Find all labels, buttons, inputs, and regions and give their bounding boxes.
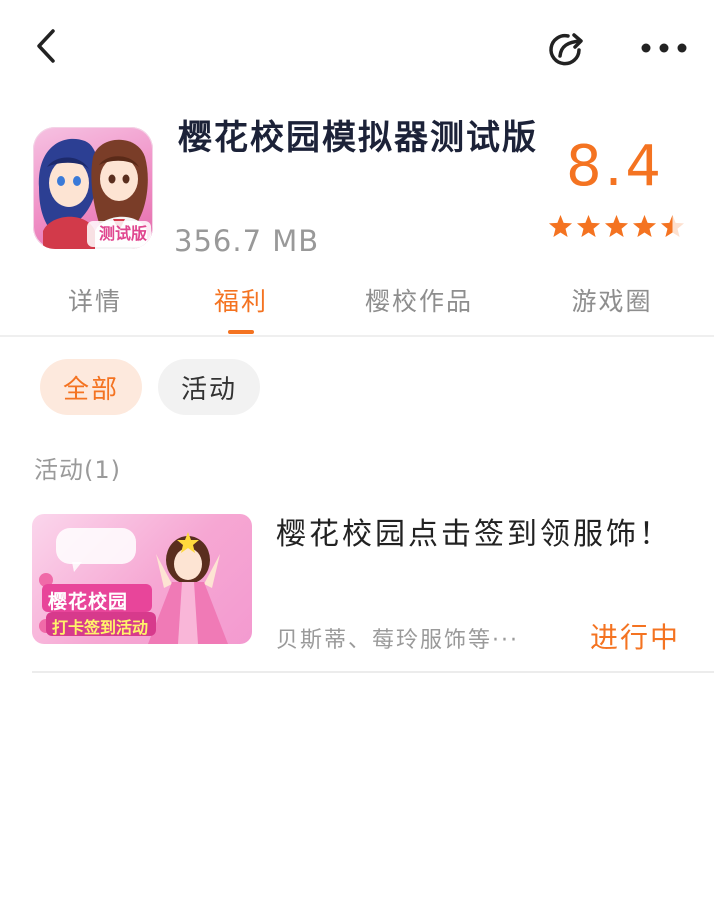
app-title: 樱花校园模拟器测试版	[178, 118, 538, 158]
share-icon	[549, 33, 583, 66]
divider	[32, 671, 714, 673]
star-icon	[605, 215, 628, 237]
tab-works[interactable]: 樱校作品	[344, 282, 494, 334]
more-button[interactable]	[638, 28, 690, 68]
activity-description: 贝斯蒂、莓玲服饰等···	[276, 628, 519, 653]
tab-game-circle[interactable]: 游戏圈	[542, 282, 682, 334]
rating-stars	[548, 214, 685, 239]
star-icon	[549, 215, 572, 237]
app-icon-badge: 测试版	[98, 224, 147, 243]
rating-score: 8.4	[565, 134, 665, 199]
share-button[interactable]	[542, 24, 592, 74]
app-icon: 测试版	[33, 127, 153, 249]
app-size: 356.7 MB	[174, 224, 320, 258]
thumbnail-heading: 樱花校园	[48, 591, 129, 613]
star-icon	[577, 215, 600, 237]
activity-card[interactable]: 樱花校园 打卡签到活动 樱花校园点击签到领服饰！ 贝斯蒂、莓玲服饰等··· 进行…	[32, 512, 692, 654]
filter-activity-chip[interactable]: 活动	[158, 359, 260, 415]
tab-details[interactable]: 详情	[40, 282, 150, 334]
thumbnail-subheading: 打卡签到活动	[52, 618, 149, 637]
star-icon	[661, 215, 684, 237]
filter-all-chip[interactable]: 全部	[40, 359, 142, 415]
chevron-left-icon	[37, 29, 55, 63]
tab-welfare[interactable]: 福利	[186, 282, 296, 334]
tab-bar: 详情 福利 樱校作品 游戏圈	[0, 282, 714, 334]
star-icon	[633, 215, 656, 237]
activity-status: 进行中	[590, 621, 681, 654]
section-label: 活动(1)	[34, 456, 121, 484]
divider	[0, 335, 714, 337]
more-icon	[641, 43, 687, 53]
activity-thumbnail: 樱花校园 打卡签到活动	[32, 514, 252, 644]
active-tab-indicator	[228, 330, 254, 334]
back-button[interactable]	[24, 24, 68, 68]
activity-title: 樱花校园点击签到领服饰！	[276, 517, 672, 552]
